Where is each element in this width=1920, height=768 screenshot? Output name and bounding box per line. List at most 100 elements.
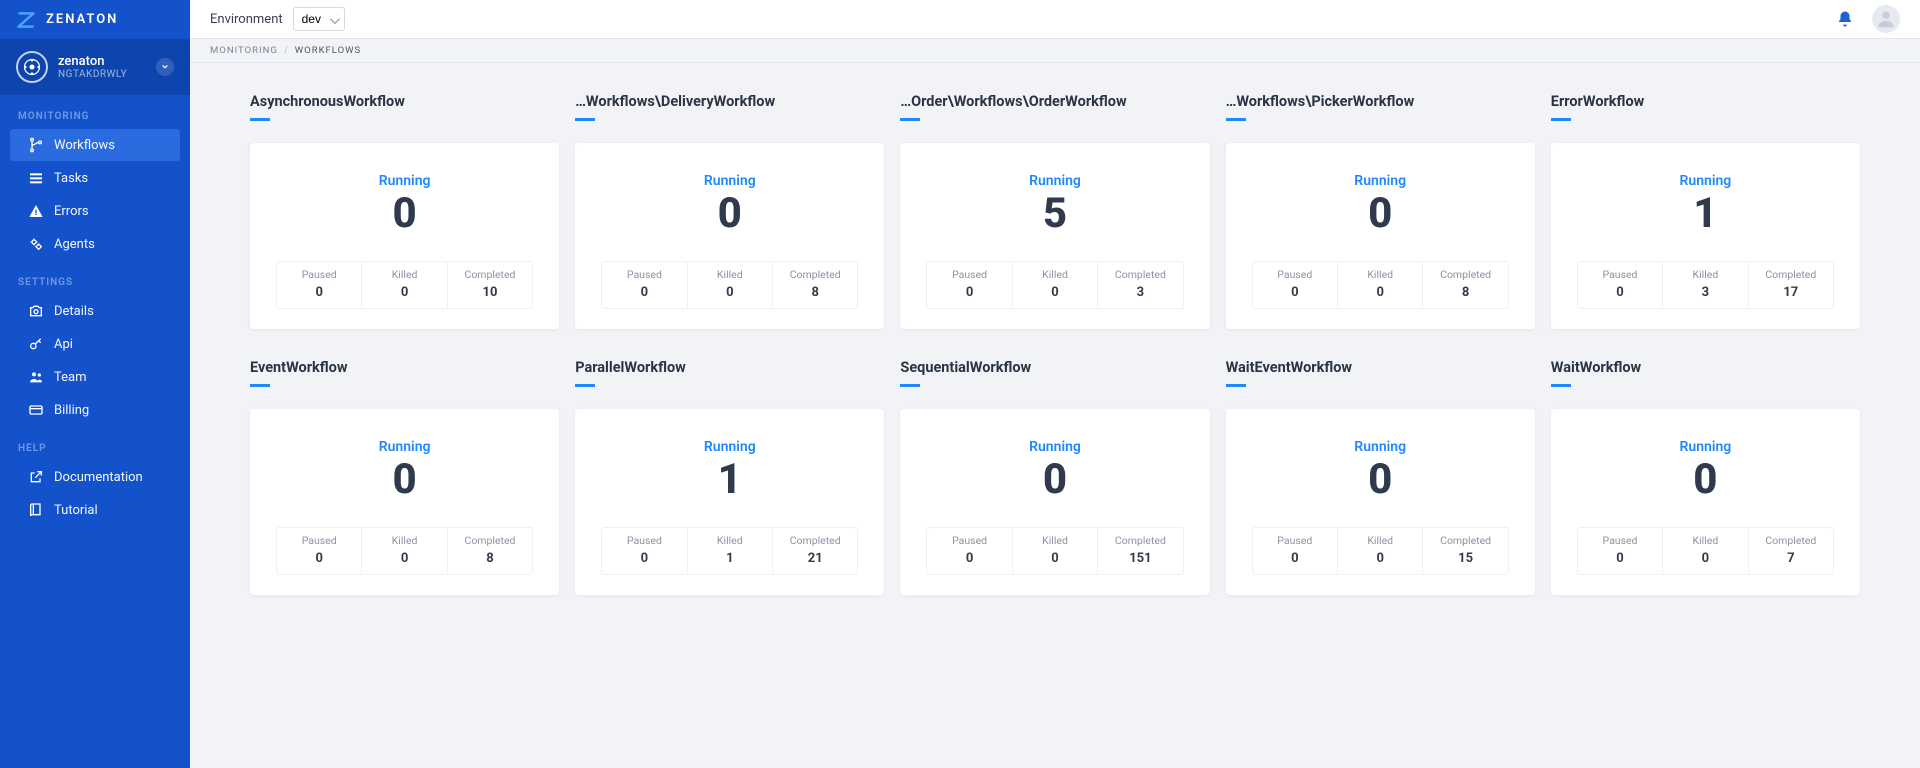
running-value: 0 [920, 457, 1189, 503]
title-accent [1226, 384, 1246, 387]
org-switcher[interactable]: zenaton NGTAKDRWLY [0, 39, 190, 95]
org-avatar-icon [16, 51, 48, 83]
running-label: Running [920, 439, 1189, 455]
sidebar-nav: MONITORINGWorkflowsTasksErrorsAgentsSETT… [0, 95, 190, 527]
workflow-card[interactable]: Running 1 Paused 0 Killed 3 Completed 17 [1551, 143, 1860, 329]
sidebar-item-documentation[interactable]: Documentation [10, 461, 180, 493]
card-icon [28, 402, 44, 418]
running-value: 0 [1246, 191, 1515, 237]
running-label: Running [595, 173, 864, 189]
workflow-card[interactable]: Running 0 Paused 0 Killed 0 Completed 8 [575, 143, 884, 329]
sidebar-item-label: Api [54, 337, 73, 352]
stat-label: Killed [366, 534, 442, 547]
stat-killed: Killed 0 [1662, 528, 1747, 574]
notifications-icon[interactable] [1836, 10, 1854, 28]
sidebar-item-tasks[interactable]: Tasks [10, 162, 180, 194]
sidebar-item-label: Team [54, 370, 87, 385]
running-label: Running [270, 173, 539, 189]
workflow-card[interactable]: Running 0 Paused 0 Killed 0 Completed 10 [250, 143, 559, 329]
sidebar-item-team[interactable]: Team [10, 361, 180, 393]
workflow-title[interactable]: ParallelWorkflow [575, 359, 884, 376]
stat-label: Paused [1257, 268, 1333, 281]
stat-killed: Killed 3 [1662, 262, 1747, 308]
workflow-block: ErrorWorkflow Running 1 Paused 0 Killed … [1551, 93, 1860, 329]
stat-value: 15 [1427, 551, 1503, 566]
stat-label: Completed [1102, 268, 1178, 281]
sidebar-item-tutorial[interactable]: Tutorial [10, 494, 180, 526]
workflow-title[interactable]: …Order\Workflows\OrderWorkflow [900, 93, 1209, 110]
sidebar-item-errors[interactable]: Errors [10, 195, 180, 227]
workflow-card[interactable]: Running 5 Paused 0 Killed 0 Completed 3 [900, 143, 1209, 329]
stat-completed: Completed 8 [447, 528, 532, 574]
breadcrumb: MONITORING / WORKFLOWS [190, 39, 1920, 63]
stat-paused: Paused 0 [1253, 528, 1337, 574]
stat-value: 0 [1342, 551, 1418, 566]
workflow-stats: Paused 0 Killed 0 Completed 8 [601, 261, 858, 309]
running-value: 0 [270, 457, 539, 503]
stat-completed: Completed 17 [1748, 262, 1833, 308]
people-icon [28, 369, 44, 385]
sidebar-item-label: Billing [54, 403, 89, 418]
org-info: zenaton NGTAKDRWLY [58, 54, 156, 80]
workflow-title[interactable]: EventWorkflow [250, 359, 559, 376]
workflow-card[interactable]: Running 0 Paused 0 Killed 0 Completed 15 [1226, 409, 1535, 595]
stat-value: 151 [1102, 551, 1178, 566]
stat-value: 0 [1257, 285, 1333, 300]
logo-icon [16, 10, 36, 30]
workflow-block: WaitWorkflow Running 0 Paused 0 Killed 0… [1551, 359, 1860, 595]
workflow-card[interactable]: Running 1 Paused 0 Killed 1 Completed 21 [575, 409, 884, 595]
workflow-card[interactable]: Running 0 Paused 0 Killed 0 Completed 7 [1551, 409, 1860, 595]
workflow-title[interactable]: AsynchronousWorkflow [250, 93, 559, 110]
brand-name: ZENATON [46, 12, 118, 27]
workflow-title[interactable]: …Workflows\PickerWorkflow [1226, 93, 1535, 110]
stat-paused: Paused 0 [1578, 262, 1662, 308]
sidebar-item-api[interactable]: Api [10, 328, 180, 360]
stat-value: 0 [366, 285, 442, 300]
sidebar-item-label: Details [54, 304, 94, 319]
stat-label: Completed [1753, 268, 1829, 281]
title-accent [1551, 118, 1571, 121]
workflow-title[interactable]: …Workflows\DeliveryWorkflow [575, 93, 884, 110]
title-accent [575, 118, 595, 121]
stat-completed: Completed 151 [1097, 528, 1182, 574]
stat-completed: Completed 15 [1422, 528, 1507, 574]
stat-label: Paused [606, 268, 682, 281]
stat-value: 0 [931, 285, 1007, 300]
workflow-card[interactable]: Running 0 Paused 0 Killed 0 Completed 8 [1226, 143, 1535, 329]
stat-label: Completed [1753, 534, 1829, 547]
logo[interactable]: ZENATON [0, 0, 190, 39]
running-label: Running [1571, 173, 1840, 189]
sidebar-item-workflows[interactable]: Workflows [10, 129, 180, 161]
user-avatar[interactable] [1872, 5, 1900, 33]
stat-value: 0 [281, 551, 357, 566]
workflow-title[interactable]: WaitWorkflow [1551, 359, 1860, 376]
sidebar-item-agents[interactable]: Agents [10, 228, 180, 260]
stat-killed: Killed 0 [1337, 528, 1422, 574]
stat-value: 0 [1667, 551, 1743, 566]
workflow-title[interactable]: SequentialWorkflow [900, 359, 1209, 376]
stat-value: 17 [1753, 285, 1829, 300]
stat-value: 0 [366, 551, 442, 566]
workflow-title[interactable]: ErrorWorkflow [1551, 93, 1860, 110]
workflow-block: WaitEventWorkflow Running 0 Paused 0 Kil… [1226, 359, 1535, 595]
stat-completed: Completed 7 [1748, 528, 1833, 574]
external-icon [28, 469, 44, 485]
breadcrumb-root[interactable]: MONITORING [210, 45, 278, 56]
stat-paused: Paused 0 [277, 528, 361, 574]
running-label: Running [270, 439, 539, 455]
running-value: 0 [595, 191, 864, 237]
stat-label: Paused [281, 268, 357, 281]
environment-select[interactable]: dev [293, 7, 345, 31]
running-label: Running [595, 439, 864, 455]
workflow-card[interactable]: Running 0 Paused 0 Killed 0 Completed 8 [250, 409, 559, 595]
breadcrumb-separator: / [284, 45, 289, 56]
stat-value: 21 [777, 551, 853, 566]
sidebar-item-billing[interactable]: Billing [10, 394, 180, 426]
sidebar-item-details[interactable]: Details [10, 295, 180, 327]
workflow-card[interactable]: Running 0 Paused 0 Killed 0 Completed 15… [900, 409, 1209, 595]
stat-value: 8 [777, 285, 853, 300]
title-accent [250, 384, 270, 387]
workflow-stats: Paused 0 Killed 3 Completed 17 [1577, 261, 1834, 309]
workflow-title[interactable]: WaitEventWorkflow [1226, 359, 1535, 376]
workflow-stats: Paused 0 Killed 0 Completed 3 [926, 261, 1183, 309]
